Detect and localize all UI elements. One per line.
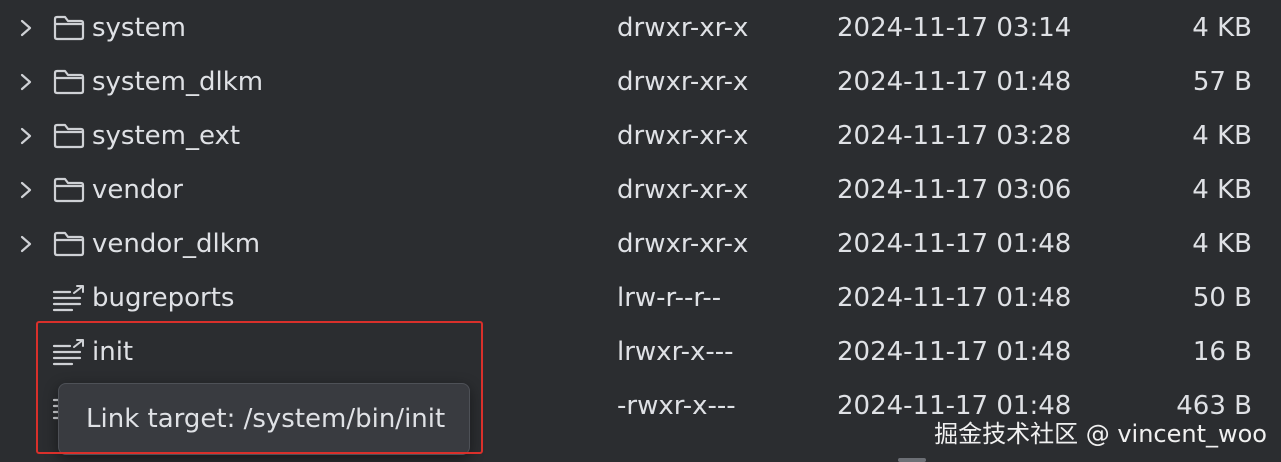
folder-icon	[52, 109, 86, 163]
file-modified: 2024-11-17 01:48	[837, 337, 1072, 367]
file-size: 57 B	[1192, 67, 1252, 97]
file-modified: 2024-11-17 03:14	[837, 13, 1072, 43]
file-name: system	[92, 13, 186, 43]
file-size: 4 KB	[1192, 229, 1252, 259]
folder-icon	[52, 217, 86, 271]
file-permissions: drwxr-xr-x	[617, 13, 749, 43]
file-size: 4 KB	[1192, 121, 1252, 151]
file-modified: 2024-11-17 01:48	[837, 229, 1072, 259]
file-size: 4 KB	[1192, 13, 1252, 43]
file-permissions: drwxr-xr-x	[617, 229, 749, 259]
folder-icon	[52, 163, 86, 217]
file-name: system_dlkm	[92, 67, 264, 97]
file-name: bugreports	[92, 283, 235, 313]
folder-icon	[52, 1, 86, 55]
chevron-right-icon[interactable]	[16, 109, 36, 163]
file-name: system_ext	[92, 121, 241, 151]
file-permissions: drwxr-xr-x	[617, 175, 749, 205]
symlink-file-icon	[52, 325, 86, 379]
chevron-right-icon[interactable]	[16, 217, 36, 271]
file-size: 4 KB	[1192, 175, 1252, 205]
chevron-right-icon[interactable]	[16, 163, 36, 217]
file-permissions: drwxr-xr-x	[617, 121, 749, 151]
watermark: 掘金技术社区 @ vincent_woo	[934, 420, 1267, 448]
symlink-file-icon	[52, 271, 86, 325]
horizontal-scrollbar[interactable]	[898, 458, 926, 462]
file-row-init[interactable]: init lrwxr-x--- 2024-11-17 01:48 16 B	[0, 325, 1281, 379]
file-row-system[interactable]: system drwxr-xr-x 2024-11-17 03:14 4 KB	[0, 1, 1281, 55]
file-name: init	[92, 337, 134, 367]
folder-icon	[52, 55, 86, 109]
file-row-system-ext[interactable]: system_ext drwxr-xr-x 2024-11-17 03:28 4…	[0, 109, 1281, 163]
file-row-vendor[interactable]: vendor drwxr-xr-x 2024-11-17 03:06 4 KB	[0, 163, 1281, 217]
file-modified: 2024-11-17 03:06	[837, 175, 1072, 205]
file-modified: 2024-11-17 01:48	[837, 67, 1072, 97]
file-name: vendor	[92, 175, 183, 205]
file-permissions: drwxr-xr-x	[617, 67, 749, 97]
file-size: 50 B	[1192, 283, 1252, 313]
tooltip-text: Link target: /system/bin/init	[86, 404, 446, 434]
file-permissions: -rwxr-x---	[617, 391, 736, 421]
chevron-right-icon[interactable]	[16, 55, 36, 109]
file-modified: 2024-11-17 03:28	[837, 121, 1072, 151]
file-modified: 2024-11-17 01:48	[837, 283, 1072, 313]
link-target-tooltip: Link target: /system/bin/init	[58, 383, 470, 455]
file-name: vendor_dlkm	[92, 229, 261, 259]
chevron-right-icon[interactable]	[16, 1, 36, 55]
file-row-vendor-dlkm[interactable]: vendor_dlkm drwxr-xr-x 2024-11-17 01:48 …	[0, 217, 1281, 271]
file-row-system-dlkm[interactable]: system_dlkm drwxr-xr-x 2024-11-17 01:48 …	[0, 55, 1281, 109]
file-permissions: lrwxr-x---	[617, 337, 734, 367]
file-permissions: lrw-r--r--	[617, 283, 722, 313]
file-size: 16 B	[1192, 337, 1252, 367]
file-explorer: system drwxr-xr-x 2024-11-17 03:14 4 KB …	[0, 0, 1281, 462]
file-row-bugreports[interactable]: bugreports lrw-r--r-- 2024-11-17 01:48 5…	[0, 271, 1281, 325]
